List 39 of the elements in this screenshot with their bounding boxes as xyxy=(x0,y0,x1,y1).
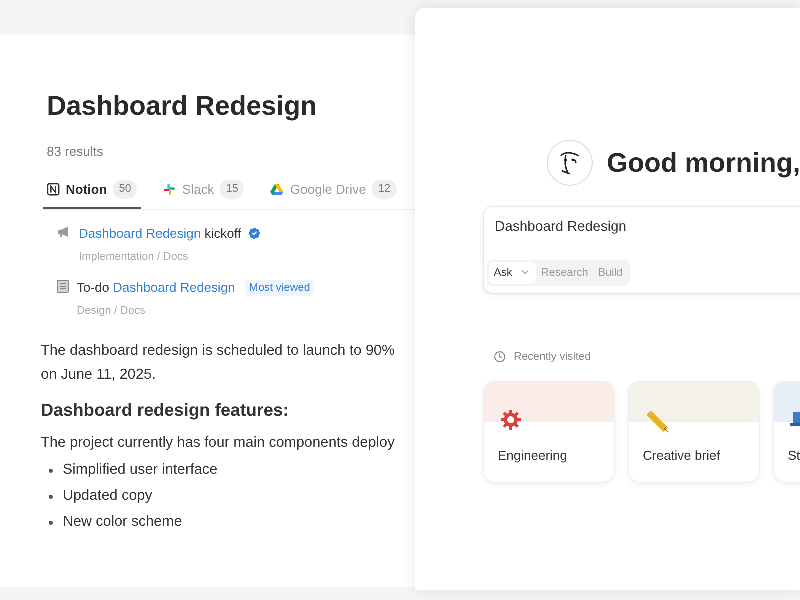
source-tab[interactable]: Slack 15 xyxy=(159,180,248,209)
drive-logo-icon xyxy=(270,182,284,196)
result-path: Design / Docs xyxy=(77,304,146,318)
result-link[interactable]: To-do Dashboard Redesign xyxy=(77,278,236,298)
page-card[interactable]: Creative brief xyxy=(628,380,760,482)
source-tab[interactable]: Google Drive 12 xyxy=(266,180,401,209)
page-title: Dashboard Redesign xyxy=(47,93,318,120)
slack-logo-icon xyxy=(163,182,176,196)
bullet-text: New color scheme xyxy=(63,513,182,532)
result-path: Implementation / Docs xyxy=(79,250,190,264)
bullet-text: Updated copy xyxy=(63,487,152,506)
paragraph: The project currently has four main components deploy xyxy=(41,434,396,454)
card-title: Engineering xyxy=(497,446,568,465)
card-title: Creative brief xyxy=(642,446,722,464)
gear-icon xyxy=(500,408,522,430)
mode-button[interactable]: Ask xyxy=(489,262,536,284)
source-tab[interactable]: Notion 50 xyxy=(43,180,142,209)
avatar-face-drawing xyxy=(547,140,593,186)
page-icon xyxy=(57,280,69,293)
section-heading: Dashboard redesign features: xyxy=(41,399,290,422)
page-card[interactable]: St xyxy=(773,380,800,482)
tag-label: Most viewed xyxy=(245,280,314,296)
count-badge: 12 xyxy=(372,180,397,198)
section-label: Recently visited xyxy=(514,350,592,365)
bullet-text: Simplified user interface xyxy=(63,461,218,480)
greeting: Good morning, xyxy=(607,146,800,180)
megaphone-icon xyxy=(57,226,71,238)
clock-icon xyxy=(494,351,506,364)
card-title: St xyxy=(787,446,800,464)
prompt-box[interactable]: Dashboard Redesign Ask Research Build xyxy=(483,206,800,294)
notion-logo-icon xyxy=(47,182,60,196)
count-badge: 15 xyxy=(220,180,244,198)
results-count: 83 results xyxy=(47,143,104,161)
pencil-icon xyxy=(645,408,671,434)
count-badge: 50 xyxy=(113,180,138,198)
result-link[interactable]: Dashboard Redesign kickoff xyxy=(79,224,242,244)
prompt-input[interactable]: Dashboard Redesign xyxy=(495,216,800,237)
paragraph: The dashboard redesign is scheduled to launch to 90% on June 11, 2025. xyxy=(41,342,396,385)
page-card[interactable]: Engineering xyxy=(483,380,615,482)
